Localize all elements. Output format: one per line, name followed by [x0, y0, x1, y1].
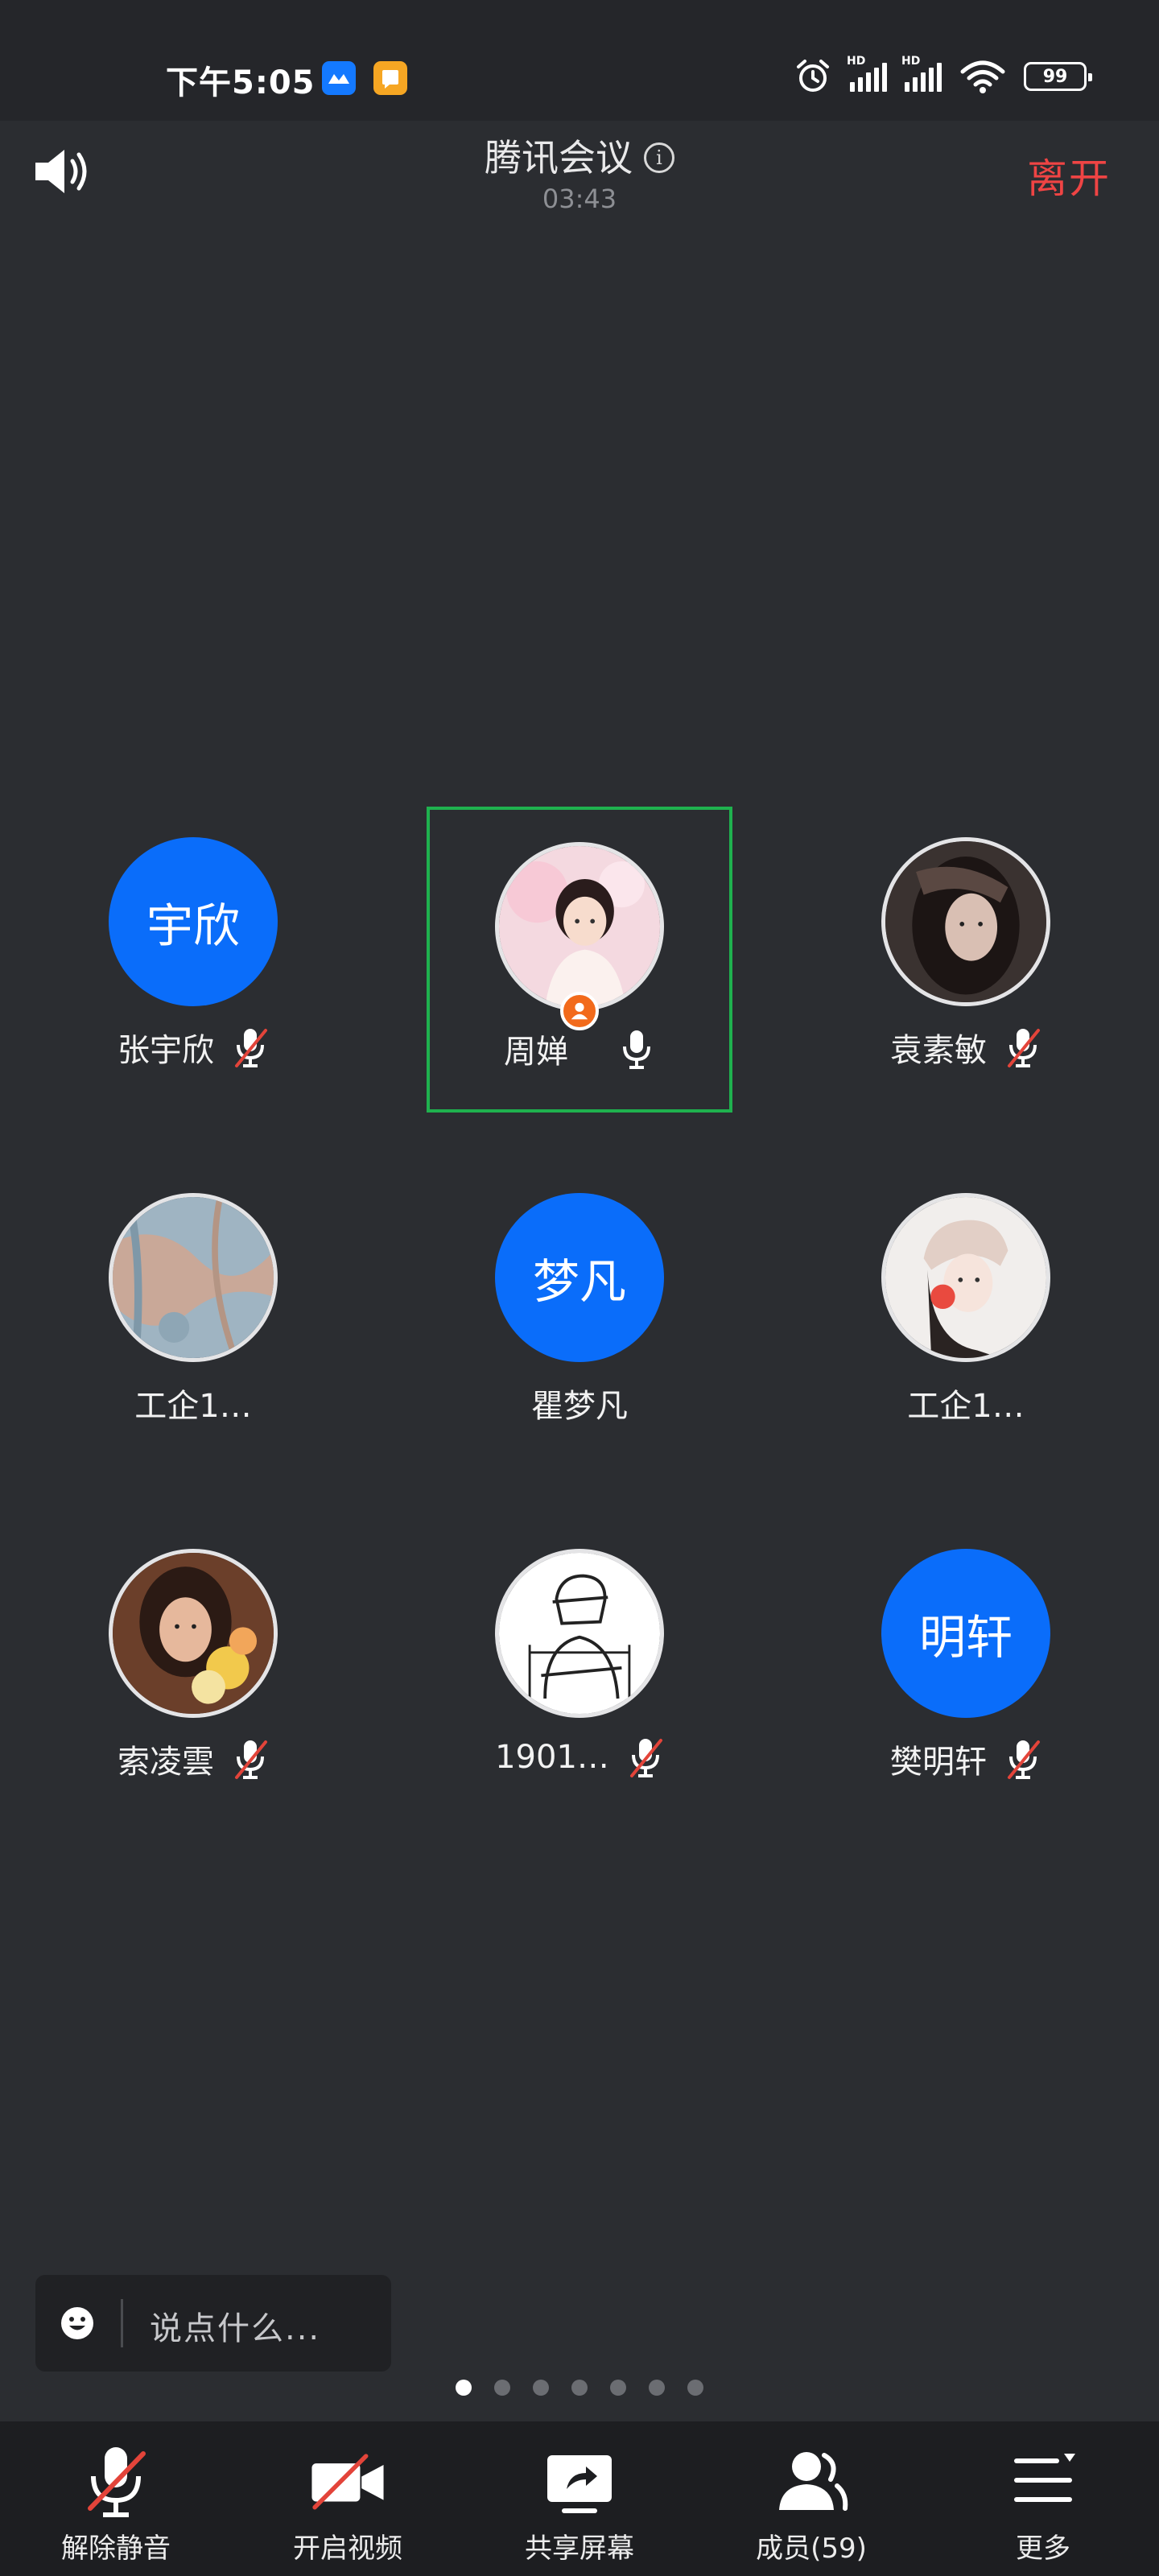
more-label: 更多 — [1016, 2533, 1070, 2565]
participant-name: 索凌雲 — [118, 1744, 214, 1781]
avatar: 明轩 — [881, 1549, 1050, 1718]
participant-name-row: 周婵 — [430, 1026, 729, 1072]
hd-label: HD — [847, 55, 866, 68]
page-indicator — [0, 2380, 1159, 2396]
battery-icon: 99 — [1024, 62, 1092, 91]
page-dot[interactable] — [687, 2380, 703, 2396]
participant-name-row: 张宇欣 — [40, 1024, 346, 1071]
alarm-icon — [797, 60, 829, 92]
participant-tile[interactable]: 1901… — [427, 1517, 732, 1823]
video-off-icon — [311, 2454, 384, 2510]
unmute-label: 解除静音 — [61, 2533, 171, 2565]
participant-name: 张宇欣 — [118, 1032, 214, 1069]
hd-label: HD — [901, 55, 921, 68]
meeting-toolbar: 解除静音 开启视频 共享屏幕 成员(59) 更多 — [0, 2421, 1159, 2576]
avatar: 梦凡 — [495, 1193, 664, 1362]
start-video-label: 开启视频 — [293, 2533, 402, 2565]
page-dot[interactable] — [494, 2380, 510, 2396]
participant-tile[interactable]: 索凌雲 — [40, 1517, 346, 1823]
share-screen-icon — [547, 2455, 612, 2513]
members-icon — [779, 2452, 848, 2511]
participant-name: 袁素敏 — [890, 1032, 987, 1069]
avatar — [109, 1549, 278, 1718]
cellular-signal-icon: HD — [901, 55, 942, 92]
page-dot[interactable] — [649, 2380, 665, 2396]
mic-muted-icon — [235, 1029, 267, 1067]
app-notification-icon — [322, 61, 356, 95]
share-screen-button[interactable]: 共享屏幕 — [464, 2421, 695, 2576]
battery-level: 99 — [1042, 66, 1068, 87]
avatar — [881, 837, 1050, 1006]
page-dot[interactable] — [533, 2380, 549, 2396]
participant-name: 工企1… — [907, 1388, 1025, 1425]
info-icon[interactable]: i — [644, 142, 674, 173]
participant-tile[interactable]: 工企1… — [813, 1161, 1119, 1467]
mic-muted-icon — [235, 1740, 267, 1779]
participant-name: 周婵 — [504, 1034, 568, 1071]
avatar — [495, 842, 664, 1011]
cellular-signal-icon: HD — [847, 55, 887, 92]
mic-muted-icon — [1008, 1029, 1040, 1067]
participant-name: 工企1… — [134, 1388, 252, 1425]
divider — [121, 2299, 123, 2347]
host-badge-icon — [560, 992, 599, 1030]
meeting-title-text: 腾讯会议 — [485, 136, 633, 180]
meeting-title: 腾讯会议 i — [0, 129, 1159, 182]
unmute-button[interactable]: 解除静音 — [0, 2421, 232, 2576]
participant-tile[interactable]: 工企1… — [40, 1161, 346, 1467]
mic-on-icon — [623, 1030, 650, 1069]
status-time: 下午5:05 — [166, 64, 316, 101]
status-bar: 下午5:05 HD HD 99 腾讯会议 i 03:43 离开 — [0, 0, 1159, 214]
participant-name-row: 1901… — [427, 1736, 732, 1779]
status-indicators: HD HD 99 — [794, 55, 1092, 98]
participant-tile[interactable]: 梦凡 瞿梦凡 — [427, 1161, 732, 1467]
participant-name: 瞿梦凡 — [531, 1388, 628, 1425]
page-dot[interactable] — [571, 2380, 588, 2396]
participant-tile[interactable]: 明轩 樊明轩 — [813, 1517, 1119, 1823]
avatar — [109, 1193, 278, 1362]
participant-name: 1901… — [495, 1739, 609, 1776]
participant-name-row: 樊明轩 — [813, 1736, 1119, 1782]
mic-muted-icon — [88, 2447, 146, 2517]
participant-name-row: 袁素敏 — [813, 1024, 1119, 1071]
avatar — [495, 1549, 664, 1718]
avatar: 宇欣 — [109, 837, 278, 1006]
participant-name-row: 索凌雲 — [40, 1736, 346, 1782]
participant-name-row: 工企1… — [40, 1380, 346, 1426]
participant-tile[interactable]: 袁素敏 — [813, 805, 1119, 1111]
mic-muted-icon — [629, 1739, 662, 1777]
page-dot[interactable] — [610, 2380, 626, 2396]
menu-more-icon — [1014, 2454, 1075, 2502]
share-screen-label: 共享屏幕 — [525, 2533, 634, 2565]
participant-name-row: 工企1… — [813, 1380, 1119, 1426]
start-video-button[interactable]: 开启视频 — [232, 2421, 464, 2576]
avatar — [881, 1193, 1050, 1362]
meeting-timer: 03:43 — [542, 184, 617, 214]
page-dot-active[interactable] — [456, 2380, 472, 2396]
participant-tile[interactable]: 宇欣 张宇欣 — [40, 805, 346, 1111]
participant-name: 樊明轩 — [890, 1744, 987, 1781]
more-button[interactable]: 更多 — [927, 2421, 1159, 2576]
members-button[interactable]: 成员(59) — [695, 2421, 927, 2576]
chat-input[interactable]: 说点什么... — [35, 2275, 391, 2372]
mic-muted-icon — [1008, 1740, 1040, 1779]
wifi-icon — [960, 60, 1005, 93]
leave-button[interactable]: 离开 — [1027, 147, 1111, 204]
participant-name-row: 瞿梦凡 — [427, 1380, 732, 1426]
participant-tile-active[interactable]: 周婵 — [427, 807, 732, 1113]
chat-placeholder: 说点什么... — [150, 2310, 321, 2347]
emoji-icon[interactable] — [60, 2306, 95, 2341]
app-notification-icon — [373, 61, 407, 95]
members-label: 成员(59) — [756, 2533, 867, 2565]
